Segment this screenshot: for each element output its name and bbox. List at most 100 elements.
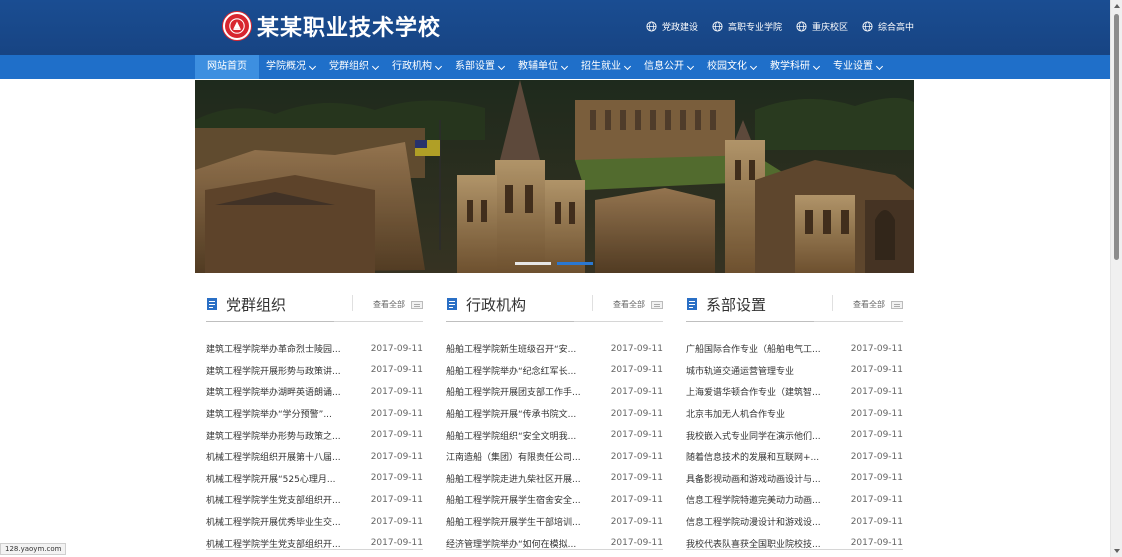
news-item[interactable]: 船舶工程学院举办“纪念红军长... 2017-09-11 (446, 360, 663, 382)
chevron-down-icon (749, 62, 758, 70)
news-title: 船舶工程学院开展学生宿舍安全... (446, 496, 581, 507)
page-scrollbar[interactable] (1110, 0, 1122, 557)
news-item[interactable]: 北京韦加无人机合作专业 2017-09-11 (686, 403, 903, 425)
slider-dot-2[interactable] (557, 262, 593, 265)
quick-link-high-school[interactable]: 综合高中 (862, 20, 914, 33)
news-item[interactable]: 我校代表队喜获全国职业院校技... 2017-09-11 (686, 532, 903, 554)
quick-link-vocational[interactable]: 高职专业学院 (712, 20, 782, 33)
news-item[interactable]: 船舶工程学院组织“安全文明我... 2017-09-11 (446, 424, 663, 446)
nav-item-label: 招生就业 (581, 61, 621, 72)
news-list: 建筑工程学院举办革命烈士陵园... 2017-09-11 建筑工程学院开展形势与政… (206, 338, 423, 554)
site-logo[interactable]: 某某职业技术学校 (223, 10, 441, 42)
nav-item-research[interactable]: 教学科研 (763, 55, 826, 79)
nav-item-departments[interactable]: 系部设置 (448, 55, 511, 79)
chevron-down-icon (560, 62, 569, 70)
news-item[interactable]: 机械工程学院学生党支部组织开... 2017-09-11 (206, 532, 423, 554)
news-list: 广船国际合作专业（船舶电气工... 2017-09-11 城市轨道交通运营管理专业… (686, 338, 903, 554)
news-title: 信息工程学院特邀完美动力动画... (686, 496, 821, 507)
news-date: 2017-09-11 (370, 430, 423, 441)
news-item[interactable]: 船舶工程学院开展团支部工作手... 2017-09-11 (446, 381, 663, 403)
nav-item-majors[interactable]: 专业设置 (826, 55, 889, 79)
nav-item-admission[interactable]: 招生就业 (574, 55, 637, 79)
chevron-down-icon (371, 62, 380, 70)
news-item[interactable]: 机械工程学院开展优秀毕业生交... 2017-09-11 (206, 511, 423, 533)
nav-item-disclosure[interactable]: 信息公开 (637, 55, 700, 79)
news-item[interactable]: 建筑工程学院举办革命烈士陵园... 2017-09-11 (206, 338, 423, 360)
news-item[interactable]: 随着信息技术的发展和互联网+... 2017-09-11 (686, 446, 903, 468)
news-date: 2017-09-11 (850, 365, 903, 376)
news-item[interactable]: 船舶工程学院走进九柴社区开展... 2017-09-11 (446, 468, 663, 490)
news-item[interactable]: 船舶工程学院新生班级召开“安... 2017-09-11 (446, 338, 663, 360)
document-icon (687, 298, 697, 310)
news-list: 船舶工程学院新生班级召开“安... 2017-09-11 船舶工程学院举办“纪念红… (446, 338, 663, 554)
news-title: 船舶工程学院组织“安全文明我... (446, 431, 577, 442)
quick-link-chongqing[interactable]: 重庆校区 (796, 20, 848, 33)
news-item[interactable]: 信息工程学院特邀完美动力动画... 2017-09-11 (686, 489, 903, 511)
nav-item-overview[interactable]: 学院概况 (259, 55, 322, 79)
news-item[interactable]: 船舶工程学院开展学生宿舍安全... 2017-09-11 (446, 489, 663, 511)
chevron-down-icon (497, 62, 506, 70)
nav-item-admin[interactable]: 行政机构 (385, 55, 448, 79)
column-header: 行政机构 查看全部 (446, 292, 663, 322)
nav-item-label: 信息公开 (644, 61, 684, 72)
quick-links: 党政建设 高职专业学院 重庆校区 综合高中 (646, 20, 914, 33)
column-title: 行政机构 (466, 296, 527, 314)
news-title: 船舶工程学院走进九柴社区开展... (446, 474, 581, 485)
news-title: 我校代表队喜获全国职业院校技... (686, 539, 821, 550)
news-item[interactable]: 信息工程学院动漫设计和游戏设... 2017-09-11 (686, 511, 903, 533)
more-icon (651, 300, 663, 309)
news-item[interactable]: 江南造船（集团）有限责任公司... 2017-09-11 (446, 446, 663, 468)
news-item[interactable]: 具备影视动画和游戏动画设计与... 2017-09-11 (686, 468, 903, 490)
news-item[interactable]: 建筑工程学院开展形势与政策讲... 2017-09-11 (206, 360, 423, 382)
quick-link-party[interactable]: 党政建设 (646, 20, 698, 33)
column-title: 党群组织 (226, 296, 287, 314)
news-item[interactable]: 船舶工程学院开展“传承书院文... 2017-09-11 (446, 403, 663, 425)
column-header: 系部设置 查看全部 (686, 292, 903, 322)
view-all-link[interactable]: 查看全部 (373, 299, 423, 310)
nav-item-home[interactable]: 网站首页 (195, 55, 259, 79)
news-title: 机械工程学院开展优秀毕业生交... (206, 518, 341, 529)
scrollbar-thumb[interactable] (1114, 14, 1119, 260)
globe-icon (796, 21, 807, 32)
news-item[interactable]: 机械工程学院学生党支部组织开... 2017-09-11 (206, 489, 423, 511)
news-item[interactable]: 船舶工程学院开展学生干部培训... 2017-09-11 (446, 511, 663, 533)
globe-icon (712, 21, 723, 32)
news-item[interactable]: 城市轨道交通运营管理专业 2017-09-11 (686, 360, 903, 382)
banner-slider[interactable] (195, 80, 914, 273)
news-item[interactable]: 机械工程学院开展“525心理月... 2017-09-11 (206, 468, 423, 490)
news-title: 广船国际合作专业（船舶电气工... (686, 345, 821, 356)
news-date: 2017-09-11 (610, 473, 663, 484)
document-icon (207, 298, 217, 310)
news-title: 机械工程学院学生党支部组织开... (206, 496, 341, 507)
news-item[interactable]: 建筑工程学院举办湖畔英语朗诵... 2017-09-11 (206, 381, 423, 403)
news-title: 具备影视动画和游戏动画设计与... (686, 474, 821, 485)
nav-item-label: 行政机构 (392, 61, 432, 72)
nav-item-party[interactable]: 党群组织 (322, 55, 385, 79)
nav-item-support[interactable]: 教辅单位 (511, 55, 574, 79)
news-date: 2017-09-11 (370, 408, 423, 419)
news-date: 2017-09-11 (370, 343, 423, 354)
view-all-link[interactable]: 查看全部 (853, 299, 903, 310)
news-item[interactable]: 经济管理学院举办“如何在模拟... 2017-09-11 (446, 532, 663, 554)
news-date: 2017-09-11 (850, 386, 903, 397)
news-column-party: 党群组织 查看全部 建筑工程学院举办革命烈士陵园... 2017-09-11 建筑… (206, 292, 423, 554)
view-all-link[interactable]: 查看全部 (613, 299, 663, 310)
news-item[interactable]: 建筑工程学院举办“学分预警”... 2017-09-11 (206, 403, 423, 425)
nav-item-label: 校园文化 (707, 61, 747, 72)
news-title: 船舶工程学院新生班级召开“安... (446, 345, 577, 356)
news-title: 北京韦加无人机合作专业 (686, 410, 786, 421)
nav-item-culture[interactable]: 校园文化 (700, 55, 763, 79)
news-item[interactable]: 我校嵌入式专业同学在演示他们... 2017-09-11 (686, 424, 903, 446)
scroll-up-arrow-icon[interactable] (1114, 4, 1120, 8)
news-title: 经济管理学院举办“如何在模拟... (446, 539, 577, 550)
news-date: 2017-09-11 (850, 494, 903, 505)
news-item[interactable]: 建筑工程学院举办形势与政策之... 2017-09-11 (206, 424, 423, 446)
scroll-down-arrow-icon[interactable] (1114, 549, 1120, 553)
nav-item-label: 教学科研 (770, 61, 810, 72)
news-item[interactable]: 上海爱谱华顿合作专业（建筑智... 2017-09-11 (686, 381, 903, 403)
news-title: 城市轨道交通运营管理专业 (686, 366, 795, 377)
news-item[interactable]: 广船国际合作专业（船舶电气工... 2017-09-11 (686, 338, 903, 360)
slider-dot-1[interactable] (515, 262, 551, 265)
news-item[interactable]: 机械工程学院组织开展第十八届... 2017-09-11 (206, 446, 423, 468)
quick-link-label: 党政建设 (661, 23, 698, 33)
